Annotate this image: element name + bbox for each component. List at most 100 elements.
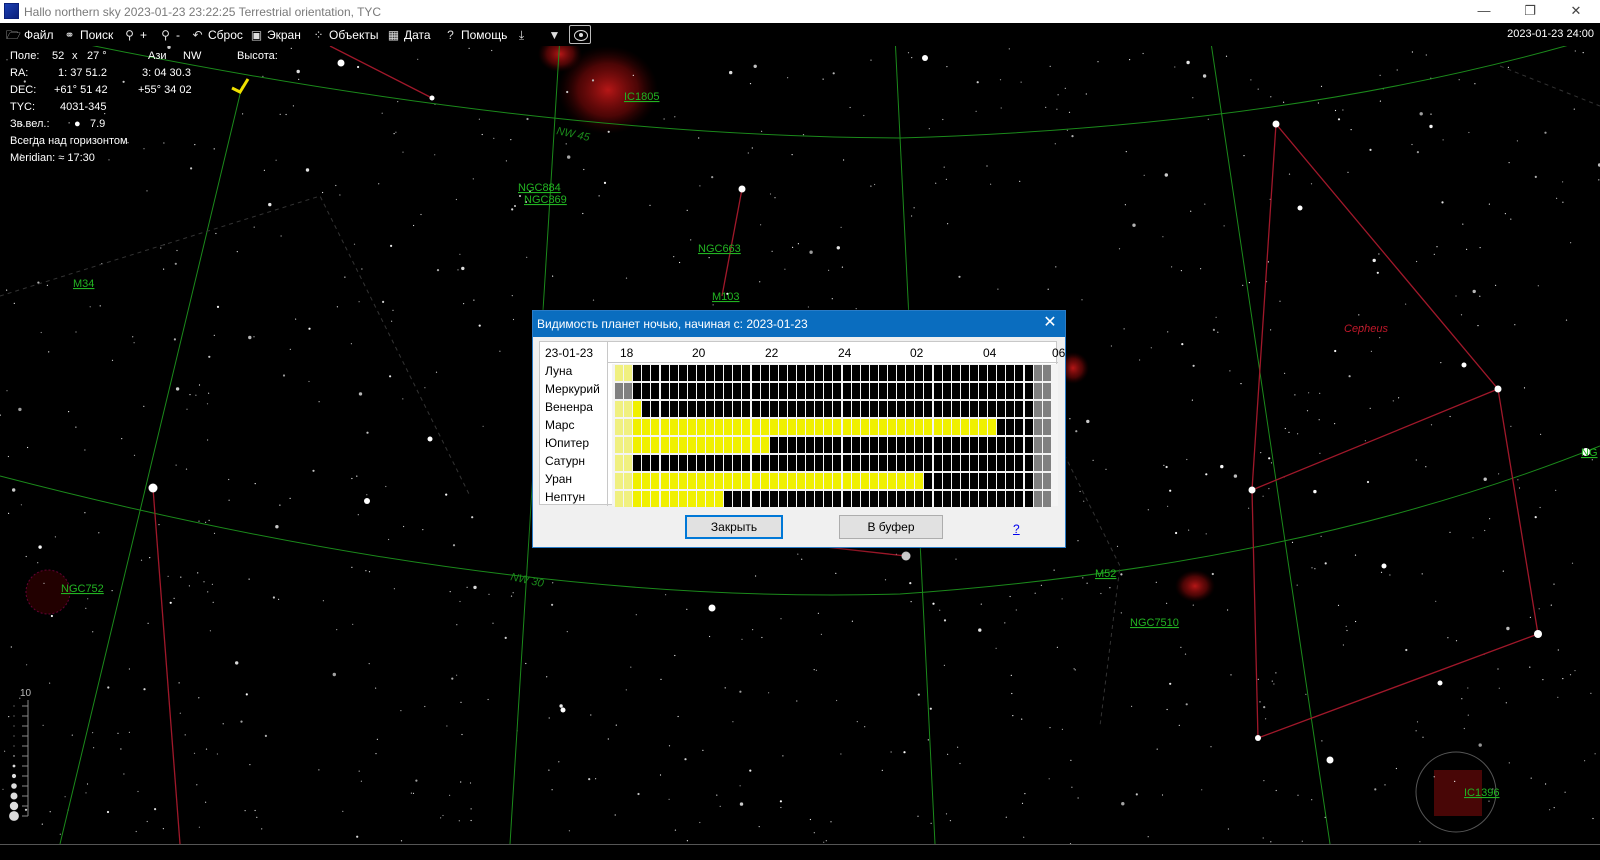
visibility-cell: [897, 365, 906, 381]
faint-star: [290, 47, 292, 49]
dropdown-button[interactable]: ▼: [547, 26, 562, 43]
visibility-cell: [769, 401, 778, 417]
faint-star: [68, 411, 70, 413]
hour-tick-label: 06: [1052, 346, 1066, 360]
faint-star: [146, 820, 148, 823]
faint-star: [1301, 840, 1303, 842]
faint-star: [1131, 705, 1133, 708]
faint-star: [400, 840, 403, 842]
objects-button[interactable]: ⁘ Объекты: [311, 26, 378, 43]
faint-star: [1337, 604, 1340, 607]
visibility-cell: [1024, 401, 1033, 417]
visibility-cell: [833, 365, 842, 381]
close-window-button[interactable]: ✕: [1566, 3, 1586, 19]
faint-star: [180, 576, 182, 578]
faint-star: [698, 137, 700, 139]
visibility-cell: [933, 401, 942, 417]
visibility-cell: [1024, 365, 1033, 381]
zoom-in-button[interactable]: ⚲ +: [122, 26, 147, 43]
copy-to-buffer-button[interactable]: В буфер: [839, 515, 943, 539]
monitor-icon: ▣: [250, 27, 263, 42]
faint-star: [1549, 809, 1551, 811]
label-ngc884[interactable]: NGC884: [518, 182, 561, 194]
faint-star: [1121, 802, 1125, 806]
faint-star: [1270, 841, 1272, 843]
file-menu-button[interactable]: 🗁 Файл: [6, 26, 53, 43]
label-ngc663[interactable]: NGC663: [698, 243, 741, 255]
faint-star: [1573, 108, 1575, 110]
visibility-cell: [624, 383, 633, 399]
visibility-cell: [615, 383, 623, 399]
label-m34[interactable]: M34: [73, 278, 94, 290]
faint-star: [43, 582, 45, 584]
close-dialog-button[interactable]: Закрыть: [685, 515, 783, 539]
label-m103[interactable]: M103: [712, 291, 740, 303]
faint-star: [598, 195, 600, 197]
screen-button[interactable]: ▣ Экран: [249, 26, 301, 43]
minimize-button[interactable]: —: [1474, 3, 1494, 18]
zoom-out-button[interactable]: ⚲ -: [158, 26, 180, 43]
faint-star: [403, 525, 405, 528]
faint-star: [1296, 584, 1298, 586]
visibility-cell: [897, 437, 906, 453]
faint-star: [1594, 753, 1596, 755]
faint-star: [111, 590, 113, 592]
visibility-cell: [1015, 419, 1024, 435]
visibility-cell: [869, 473, 878, 489]
visibility-cell: [869, 437, 878, 453]
label-ngc752[interactable]: NGC752: [61, 583, 104, 595]
visibility-cell: [751, 455, 760, 471]
visibility-cell: [751, 383, 760, 399]
faint-star: [1529, 666, 1531, 668]
search-button[interactable]: ⚭ Поиск: [62, 26, 113, 43]
download-button[interactable]: ⤓: [514, 26, 529, 43]
planet-name: Вененра: [545, 400, 593, 414]
visibility-cell: [888, 491, 896, 507]
faint-star: [6, 59, 8, 61]
help-button[interactable]: ? Помощь: [443, 26, 507, 43]
faint-star: [390, 244, 393, 247]
visibility-cell: [1042, 491, 1051, 507]
visibility-cell: [651, 383, 660, 399]
visibility-cell: [687, 365, 696, 381]
help-link[interactable]: ?: [1013, 522, 1020, 536]
visibility-cell: [942, 419, 951, 435]
faint-star: [1005, 816, 1007, 818]
label-ic1396[interactable]: IC1396: [1464, 787, 1499, 799]
visibility-cell: [906, 473, 915, 489]
visibility-cell: [942, 491, 951, 507]
visibility-cell: [706, 455, 714, 471]
reset-button[interactable]: ↶ Сброс: [190, 26, 242, 43]
faint-star: [1518, 487, 1521, 489]
visibility-cell: [869, 491, 878, 507]
faint-star: [473, 585, 477, 590]
date-button[interactable]: ▦ Дата: [386, 26, 431, 43]
label-ngc7510[interactable]: NGC7510: [1130, 617, 1179, 629]
azimuth-value: NW: [183, 50, 202, 62]
faint-star: [1100, 592, 1102, 595]
faint-star: [435, 371, 438, 373]
meridian-time: Meridian: ≈ 17:30: [10, 152, 95, 164]
label-ic1805[interactable]: IC1805: [624, 91, 659, 103]
maximize-button[interactable]: ❐: [1520, 3, 1540, 19]
visibility-cell: [769, 473, 778, 489]
visibility-cell: [1024, 473, 1033, 489]
label-ngc-edge[interactable]: NG: [1581, 447, 1598, 459]
faint-star: [179, 712, 181, 714]
faint-star: [1507, 66, 1509, 68]
faint-star: [1011, 692, 1013, 695]
faint-star: [1171, 266, 1173, 268]
visibility-cell: [715, 455, 724, 471]
eye-view-button[interactable]: [569, 25, 591, 44]
label-ngc869[interactable]: NGC869: [524, 194, 567, 206]
faint-star: [245, 693, 248, 696]
faint-star: [870, 185, 872, 187]
visibility-cell: [997, 491, 1006, 507]
faint-star: [358, 770, 360, 772]
faint-star: [980, 603, 982, 605]
close-icon[interactable]: ✕: [1041, 314, 1059, 332]
label-m52[interactable]: M52: [1095, 568, 1116, 580]
faint-star: [708, 257, 710, 259]
faint-star: [1430, 424, 1433, 426]
faint-star: [712, 304, 714, 306]
